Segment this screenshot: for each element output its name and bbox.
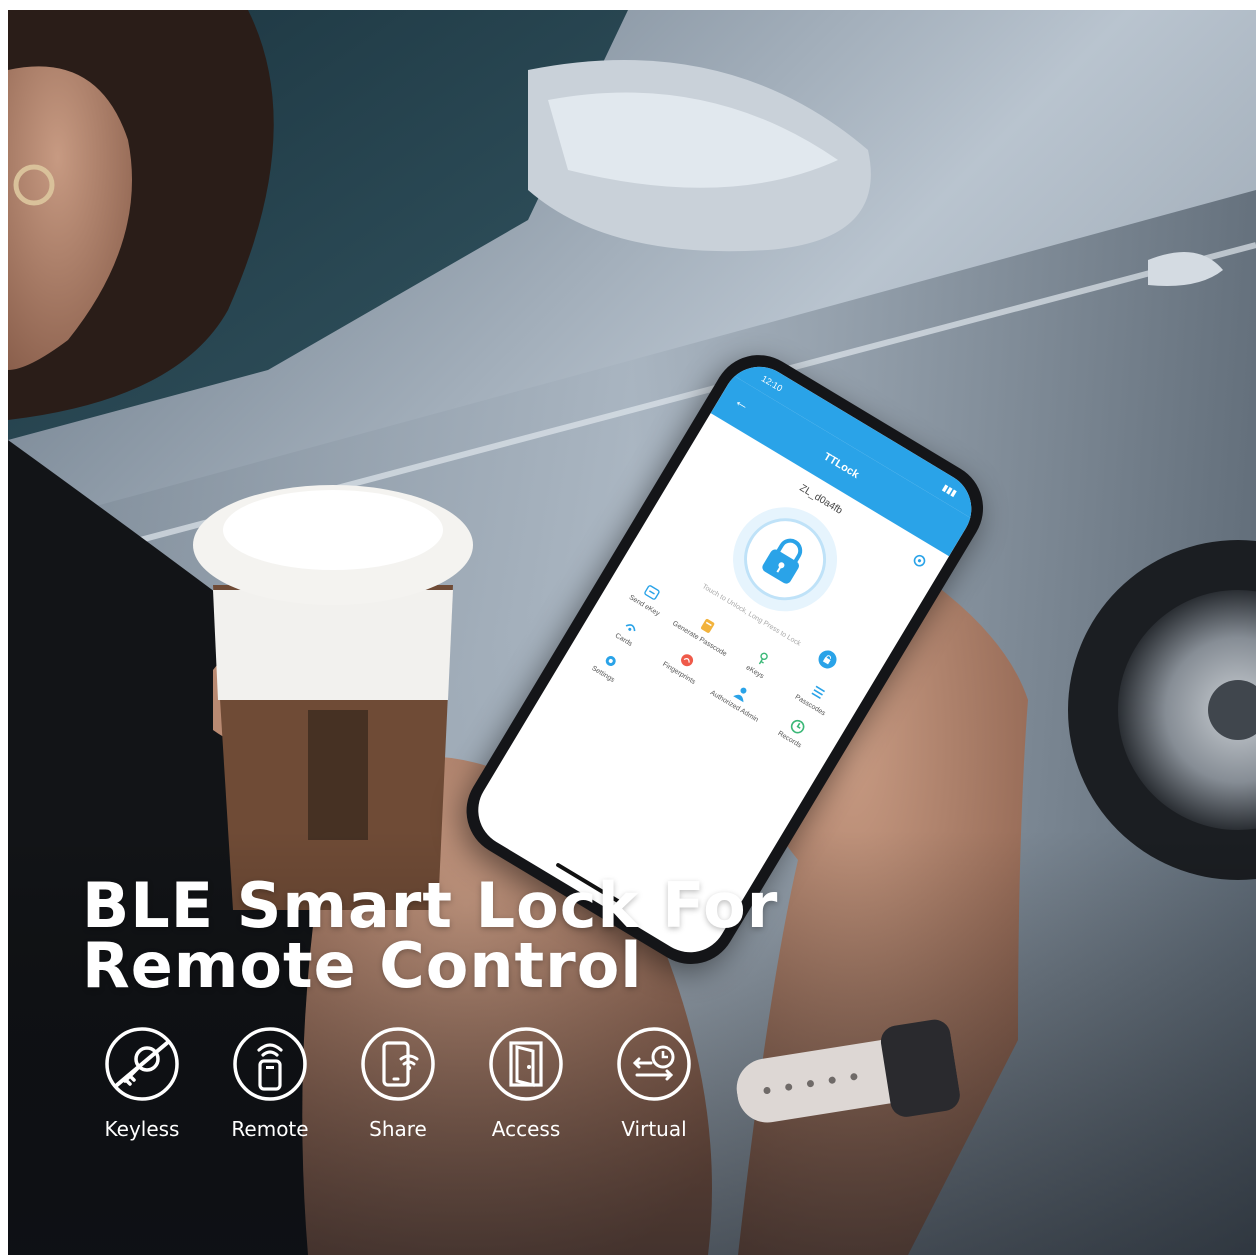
feature-label: Share <box>369 1117 427 1141</box>
padlock-icon <box>762 538 803 584</box>
virtual-icon <box>617 1027 691 1101</box>
access-icon <box>489 1027 563 1101</box>
feature-virtual: Virtual <box>590 1025 718 1141</box>
app-title: TTLock <box>821 450 862 482</box>
remote-icon <box>233 1027 307 1101</box>
feature-keyless: Keyless <box>78 1025 206 1141</box>
records-icon <box>790 719 805 734</box>
admin-icon <box>733 687 747 703</box>
passcodes-list-icon <box>811 685 825 699</box>
cards-icon <box>625 624 636 632</box>
fingerprint-icon <box>680 654 693 667</box>
feature-list: Keyless Remote Share Access Virtual <box>78 1025 718 1141</box>
settings-icon <box>605 656 616 667</box>
feature-label: Keyless <box>104 1117 180 1141</box>
feature-access: Access <box>462 1025 590 1141</box>
product-photo: 12:10 ▮▮▮ ← TTLock ZL_d0a4fb Touch to Un… <box>8 10 1256 1255</box>
share-icon <box>361 1027 435 1101</box>
headline: BLE Smart Lock For Remote Control <box>82 875 778 997</box>
feature-label: Access <box>491 1117 561 1141</box>
back-arrow-icon[interactable]: ← <box>730 392 753 416</box>
send-ekey-icon <box>644 585 660 600</box>
feature-label: Virtual <box>621 1117 687 1141</box>
keyless-icon <box>105 1027 179 1101</box>
feature-remote: Remote <box>206 1025 334 1141</box>
ekeys-icon <box>759 652 768 665</box>
headline-line-2: Remote Control <box>82 929 643 1002</box>
feature-share: Share <box>334 1025 462 1141</box>
status-time: 12:10 <box>759 373 785 394</box>
feature-label: Remote <box>231 1117 309 1141</box>
signal-battery-icon: ▮▮▮ <box>941 481 959 498</box>
passcode-icon <box>700 618 715 633</box>
